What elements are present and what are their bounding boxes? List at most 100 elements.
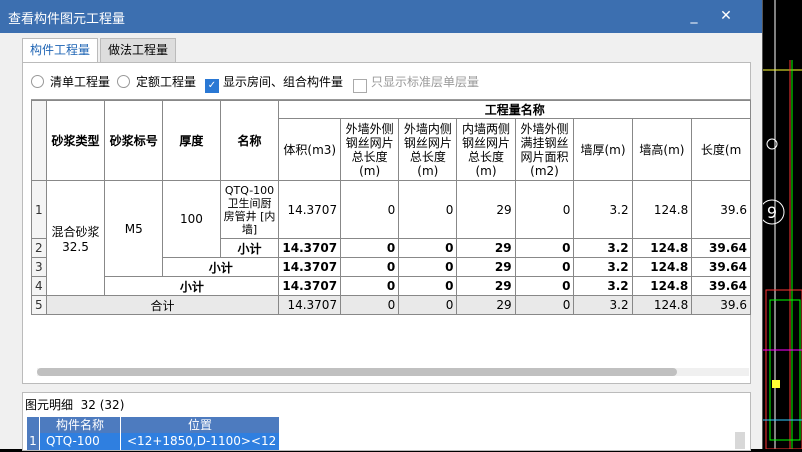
cell-value[interactable]: 124.8 [631,257,693,277]
cell-value[interactable]: 39.6 [691,180,751,239]
cell-name[interactable]: QTQ-100卫生间厨房管井 [内墙] [219,180,280,239]
quantity-table: 砂浆类型 砂浆标号 厚度 名称 工程量名称 体积(m3) 外墙外侧钢丝网片总长度… [31,100,751,315]
detail-vertical-scrollbar[interactable] [735,432,745,449]
cell-value[interactable]: 39.64 [691,257,751,277]
cell-value[interactable]: 0 [398,295,458,315]
header-row-1: 砂浆类型 砂浆标号 厚度 名称 工程量名称 [31,100,751,181]
cell-value[interactable]: 3.2 [573,257,633,277]
header-int-both-mesh: 内墙两侧钢丝网片总长度(m) [456,118,516,181]
cell-value[interactable]: 14.3707 [278,180,342,239]
detail-cell-position[interactable]: <12+1850,D-1100><12 [121,433,279,450]
cell-value[interactable]: 0 [398,238,458,258]
cell-value[interactable]: 0 [398,276,458,296]
cell-value[interactable]: 0 [514,180,575,239]
cell-value[interactable]: 39.6 [691,295,751,315]
subtotal-label: 小计 [162,257,280,277]
cell-value[interactable]: 29 [456,180,516,239]
svg-text:9: 9 [767,203,777,222]
cell-value[interactable]: 3.2 [573,180,633,239]
row-number: 4 [31,276,47,296]
quantity-dialog: 查看构件图元工程量 _ ✕ 构件工程量 做法工程量 清单工程量 定额工程量 ✓ 显… [0,0,762,451]
radio-qingdan-label: 清单工程量 [50,75,111,89]
minimize-button[interactable]: _ [684,6,704,26]
cell-mortar-grade[interactable]: M5 [104,180,164,277]
cell-value[interactable]: 3.2 [573,295,633,315]
tab-component-quantity[interactable]: 构件工程量 [22,38,99,64]
cell-value[interactable]: 39.64 [691,276,751,296]
cell-value[interactable]: 0 [514,276,575,296]
quantity-panel: 清单工程量 定额工程量 ✓ 显示房间、组合构件量 ✓ 只显示标准层单层量 砂浆类型 … [22,62,751,384]
cell-value[interactable]: 0 [514,295,575,315]
detail-label-group: 图元明细 32 (32) [25,396,124,413]
cell-value[interactable]: 124.8 [631,295,693,315]
corner-cell [31,100,47,181]
row-number: 5 [31,295,47,315]
row-number: 2 [31,238,47,258]
detail-label: 图元明细 [25,398,74,412]
cell-value[interactable]: 39.64 [691,238,751,258]
table-row[interactable]: 4 小计 14.3707 0 0 29 0 3.2 124.8 39.64 [31,276,751,296]
scrollbar-thumb[interactable] [37,368,677,376]
total-row[interactable]: 5 合计 14.3707 0 0 29 0 3.2 124.8 39.6 [31,295,751,315]
cell-value[interactable]: 0 [340,238,400,258]
header-ext-full-mesh-area: 外墙外侧满挂钢丝网片面积(m2) [514,118,575,181]
cell-value[interactable]: 0 [340,257,400,277]
total-label: 合计 [45,295,280,315]
header-mortar-grade: 砂浆标号 [104,100,164,181]
detail-table: 构件名称 位置 1 QTQ-100 <12+1850,D-1100><12 [27,417,287,450]
quantity-grid: 砂浆类型 砂浆标号 厚度 名称 工程量名称 体积(m3) 外墙外侧钢丝网片总长度… [31,99,751,318]
header-volume: 体积(m3) [278,118,342,181]
tab-method-quantity[interactable]: 做法工程量 [100,38,177,63]
cell-value[interactable]: 29 [456,257,516,277]
header-ext-inner-mesh: 外墙内侧钢丝网片总长度(m) [398,118,458,181]
cell-value[interactable]: 0 [514,238,575,258]
window-title: 查看构件图元工程量 [8,12,126,27]
header-mortar-type: 砂浆类型 [45,100,106,181]
cell-value[interactable]: 29 [456,238,516,258]
checkbox-empty-icon: ✓ [353,79,367,93]
horizontal-scrollbar[interactable] [37,368,749,376]
detail-cell-name[interactable]: QTQ-100 [40,433,120,450]
row-number: 3 [31,257,47,277]
cell-value[interactable]: 3.2 [573,276,633,296]
checkbox-only-standard[interactable]: ✓ 只显示标准层单层量 [353,73,480,93]
header-wall-height: 墙高(m) [631,118,693,181]
row-number: 1 [31,180,47,239]
cell-value[interactable]: 124.8 [631,238,693,258]
cell-value[interactable]: 124.8 [631,180,693,239]
cell-value[interactable]: 29 [456,276,516,296]
cell-value[interactable]: 14.3707 [278,257,342,277]
radio-dinge-label: 定额工程量 [136,75,197,89]
detail-row-number: 1 [27,433,39,450]
cell-value[interactable]: 0 [340,180,400,239]
close-button[interactable]: ✕ [716,6,736,26]
detail-header-name: 构件名称 [40,417,120,433]
cell-value[interactable]: 0 [340,276,400,296]
cell-value[interactable]: 3.2 [573,238,633,258]
detail-corner [27,417,39,433]
radio-dinge[interactable]: 定额工程量 [117,73,196,91]
cell-value[interactable]: 0 [514,257,575,277]
cell-value[interactable]: 0 [398,257,458,277]
cell-value[interactable]: 14.3707 [278,238,342,258]
detail-count: 32 (32) [80,398,125,412]
header-quantity-group: 工程量名称 [278,100,751,119]
checkbox-show-rooms[interactable]: ✓ 显示房间、组合构件量 [205,73,343,93]
title-bar[interactable]: 查看构件图元工程量 _ ✕ [0,0,762,33]
header-length: 长度(m [691,118,751,181]
cell-value[interactable]: 0 [398,180,458,239]
cad-drawing: 9 [759,0,802,450]
cell-thickness[interactable]: 100 [162,180,221,258]
checkbox-only-standard-label: 只显示标准层单层量 [371,75,480,89]
table-row[interactable]: 1 混合砂浆32.5 M5 100 QTQ-100卫生间厨房管井 [内墙] 14… [31,180,751,296]
cad-canvas-background: 9 [759,0,802,450]
subtotal-label: 小计 [219,238,280,258]
cell-value[interactable]: 29 [456,295,516,315]
cell-value[interactable]: 14.3707 [278,276,342,296]
header-ext-outer-mesh: 外墙外侧钢丝网片总长度(m) [340,118,400,181]
cell-mortar-type[interactable]: 混合砂浆32.5 [45,180,106,296]
radio-qingdan[interactable]: 清单工程量 [31,73,110,91]
cell-value[interactable]: 124.8 [631,276,693,296]
cell-value[interactable]: 14.3707 [278,295,342,315]
cell-value[interactable]: 0 [340,295,400,315]
